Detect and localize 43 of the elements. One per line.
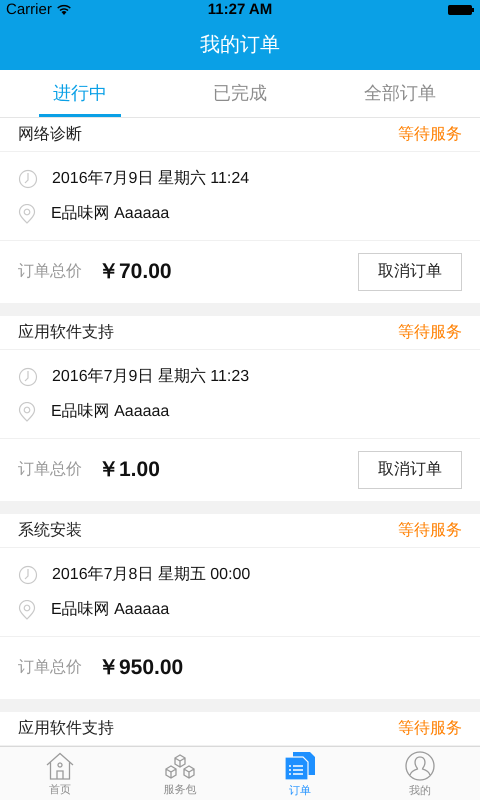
order-time: 2016年7月9日 星期六 11:24 [52, 168, 250, 188]
tab-bar-item[interactable]: 我的 [360, 747, 480, 800]
document-list-icon [284, 751, 316, 782]
order-status: 等待服务 [398, 124, 462, 144]
order-time: 2016年7月9日 星期六 11:23 [52, 366, 250, 386]
location-pin-icon [18, 402, 36, 422]
tab-bar-item[interactable]: 服务包 [120, 747, 240, 800]
order-status: 等待服务 [398, 718, 462, 738]
clock-time: 11:27 AM [208, 0, 272, 20]
location-pin-icon [18, 204, 36, 224]
cancel-order-button[interactable]: 取消订单 [358, 253, 462, 291]
clock-icon [18, 564, 38, 584]
total-label: 订单总价 [18, 658, 82, 678]
service-name: 应用软件支持 [18, 718, 114, 738]
tab-bar-item[interactable]: 订单 [240, 747, 360, 800]
carrier-label: Carrier [6, 0, 52, 20]
clock-icon [18, 168, 38, 188]
order-total: ￥70.00 [98, 259, 172, 286]
location-pin-icon [18, 600, 36, 620]
order-total: ￥950.00 [98, 655, 184, 682]
home-icon [45, 752, 75, 780]
total-label: 订单总价 [18, 460, 82, 480]
order-status: 等待服务 [398, 520, 462, 540]
page-title: 我的订单 [200, 33, 280, 58]
service-name: 应用软件支持 [18, 322, 114, 342]
order-location: E品味网 Aaaaaa [51, 402, 170, 422]
clock-icon [18, 366, 38, 386]
cancel-order-button[interactable]: 取消订单 [358, 451, 462, 489]
order-status: 等待服务 [398, 322, 462, 342]
profile-icon [405, 751, 435, 782]
tab-bar-item[interactable]: 首页 [0, 747, 120, 800]
order-location: E品味网 Aaaaaa [51, 600, 170, 620]
tab[interactable]: 已完成 [199, 70, 281, 117]
battery-icon [448, 5, 474, 15]
wifi-icon [56, 4, 72, 16]
total-label: 订单总价 [18, 262, 82, 282]
order-total: ￥1.00 [98, 457, 160, 484]
service-name: 系统安装 [18, 520, 82, 540]
tab[interactable]: 全部订单 [350, 70, 450, 117]
order-time: 2016年7月8日 星期五 00:00 [52, 564, 250, 584]
cubes-icon [164, 752, 196, 780]
order-location: E品味网 Aaaaaa [51, 204, 170, 224]
service-name: 网络诊断 [18, 124, 82, 144]
